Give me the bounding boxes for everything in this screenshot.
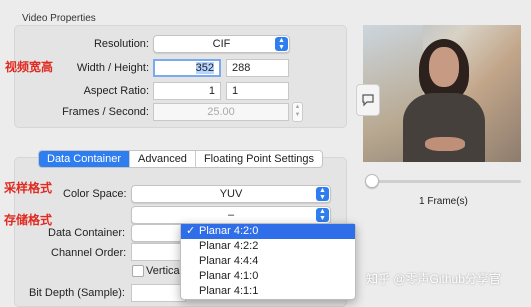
person-face — [429, 47, 459, 87]
data-container-dropdown: ✓ Planar 4:2:0 Planar 4:2:2 Planar 4:4:4… — [180, 223, 356, 300]
fps-input[interactable]: 25.00 — [153, 103, 289, 121]
person-body — [403, 93, 485, 162]
option-label: Planar 4:2:0 — [199, 225, 259, 237]
option-label: Planar 4:4:4 — [199, 255, 259, 267]
channel-order-field[interactable] — [131, 243, 186, 261]
annotation-sampling-format: 采样格式 — [4, 181, 53, 195]
aspect-ratio-a-input[interactable]: 1 — [153, 82, 221, 100]
frame-slider-thumb[interactable] — [365, 174, 379, 188]
video-properties-title: Video Properties — [22, 13, 96, 24]
channel-order-label: Channel Order: — [51, 247, 127, 259]
color-space-select[interactable]: YUV ▲ ▼ — [131, 185, 331, 203]
option-label: Planar 4:1:0 — [199, 270, 259, 282]
dropdown-option[interactable]: ✓ Planar 4:2:0 — [181, 224, 355, 239]
dropdown-option[interactable]: Planar 4:1:0 — [181, 269, 355, 284]
format-tabs: Data Container Advanced Floating Point S… — [38, 150, 324, 168]
dropdown-option[interactable]: Planar 4:1:1 — [181, 284, 355, 299]
frame-count: 1 Frame(s) — [419, 196, 468, 207]
tab-advanced[interactable]: Advanced — [130, 151, 196, 167]
aspect-ratio-a-value: 1 — [208, 85, 215, 97]
subsampling-value: – — [227, 209, 235, 221]
annotation-video-size: 视频宽高 — [5, 60, 54, 74]
updown-chevron-icon: ▲ ▼ — [316, 187, 329, 201]
tooltip-badge[interactable] — [356, 84, 380, 116]
watermark: 知乎 @零声Github分享官 — [366, 272, 501, 286]
person-hands — [425, 137, 465, 151]
data-container-label: Data Container: — [48, 227, 126, 239]
checkmark-icon: ✓ — [186, 225, 196, 237]
updown-chevron-icon: ▲ ▼ — [275, 37, 288, 51]
fps-stepper[interactable]: ▲ ▼ — [292, 102, 303, 122]
frame-slider-track[interactable] — [370, 180, 521, 183]
subsampling-select[interactable]: – ▲ ▼ — [131, 206, 331, 224]
color-space-value: YUV — [219, 188, 243, 200]
tab-data-container[interactable]: Data Container — [39, 151, 130, 167]
color-space-label: Color Space: — [63, 188, 127, 200]
fps-value: 25.00 — [207, 106, 235, 118]
dropdown-option[interactable]: Planar 4:2:2 — [181, 239, 355, 254]
fps-label: Frames / Second: — [62, 106, 149, 118]
speech-bubble-icon — [362, 94, 374, 107]
vertical-label: Vertical — [146, 265, 183, 277]
bit-depth-field[interactable] — [131, 284, 186, 302]
width-value: 352 — [195, 62, 214, 74]
bit-depth-label: Bit Depth (Sample): — [29, 287, 125, 299]
resolution-label: Resolution: — [93, 38, 149, 50]
dropdown-option[interactable]: Planar 4:4:4 — [181, 254, 355, 269]
vertical-checkbox[interactable] — [132, 265, 144, 277]
height-value: 288 — [232, 62, 251, 74]
aspect-ratio-b-input[interactable]: 1 — [226, 82, 289, 100]
width-input[interactable]: 352 — [153, 59, 221, 77]
width-height-label: Width / Height: — [76, 62, 149, 74]
aspect-ratio-label: Aspect Ratio: — [83, 85, 149, 97]
tab-floating-point-settings[interactable]: Floating Point Settings — [196, 151, 322, 167]
height-input[interactable]: 288 — [226, 59, 289, 77]
resolution-select[interactable]: CIF ▲ ▼ — [153, 35, 290, 53]
resolution-value: CIF — [212, 38, 231, 50]
option-label: Planar 4:2:2 — [199, 240, 259, 252]
video-preview — [363, 25, 521, 162]
annotation-storage-format: 存储格式 — [4, 213, 53, 227]
updown-chevron-icon: ▲ ▼ — [316, 208, 329, 222]
option-label: Planar 4:1:1 — [199, 285, 259, 297]
aspect-ratio-b-value: 1 — [232, 85, 239, 97]
